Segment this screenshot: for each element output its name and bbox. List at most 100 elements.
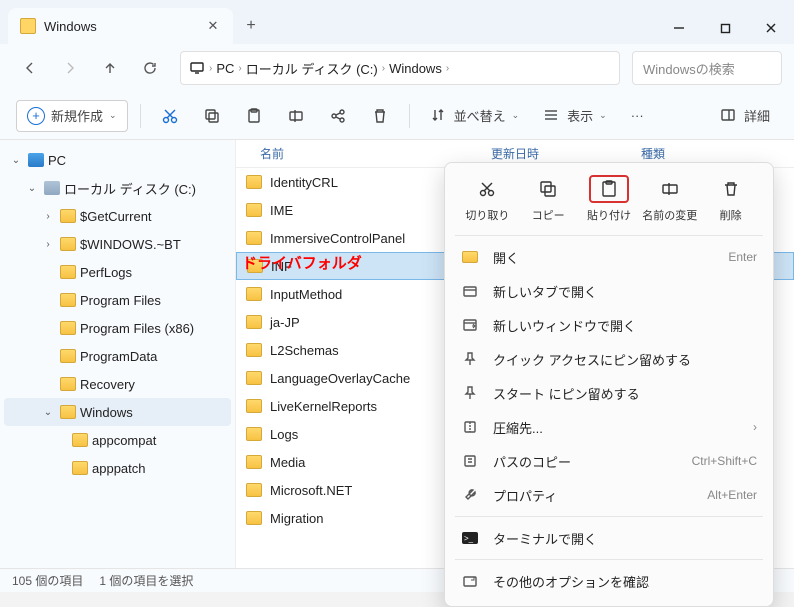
folder-icon	[246, 343, 262, 357]
folder-icon	[246, 175, 262, 189]
tree-item-pc[interactable]: ⌄PC	[0, 146, 235, 174]
back-button[interactable]	[12, 50, 48, 86]
cut-button[interactable]	[153, 100, 187, 132]
tab[interactable]: Windows ✕	[8, 8, 233, 44]
ctx-item[interactable]: >_ターミナルで開く	[445, 521, 773, 555]
copy-icon	[528, 175, 568, 203]
tree-item[interactable]: Program Files (x86)	[0, 314, 235, 342]
copy-button[interactable]	[195, 100, 229, 132]
titlebar: Windows ✕ +	[0, 0, 794, 44]
folder-icon	[246, 455, 262, 469]
status-selected: 1 個の項目を選択	[99, 572, 193, 589]
maximize-button[interactable]	[702, 12, 748, 44]
breadcrumb-item[interactable]: PC	[216, 61, 234, 76]
addressbar: › PC › ローカル ディスク (C:) › Windows › Window…	[0, 44, 794, 92]
cut-icon	[467, 175, 507, 203]
refresh-button[interactable]	[132, 50, 168, 86]
tree-item[interactable]: ⌄Windows	[4, 398, 231, 426]
breadcrumb-item[interactable]: ローカル ディスク (C:)	[246, 59, 378, 78]
ctx-delete-button[interactable]: 削除	[703, 175, 759, 223]
view-button[interactable]: 表示⌄	[535, 100, 615, 132]
folder-icon	[60, 377, 76, 391]
ctx-item[interactable]: スタート にピン留めする	[445, 376, 773, 410]
folder-icon	[246, 511, 262, 525]
ctx-item[interactable]: 新しいタブで開く	[445, 274, 773, 308]
folder-icon	[246, 399, 262, 413]
window-icon	[461, 316, 479, 334]
toolbar: + 新規作成 ⌄ 並べ替え⌄ 表示⌄ ··· 詳細	[0, 92, 794, 140]
folder-icon	[60, 237, 76, 251]
tree-item[interactable]: ProgramData	[0, 342, 235, 370]
folder-icon	[60, 265, 76, 279]
col-date[interactable]: 更新日時	[491, 145, 641, 162]
col-name[interactable]: 名前	[236, 145, 491, 162]
paste-button[interactable]	[237, 100, 271, 132]
search-input[interactable]: Windowsの検索	[632, 51, 782, 85]
new-tab-button[interactable]: +	[233, 8, 269, 44]
more-button[interactable]: ···	[623, 100, 652, 132]
folder-icon	[246, 203, 262, 217]
plus-circle-icon: +	[27, 107, 45, 125]
pin-icon	[461, 384, 479, 402]
context-menu[interactable]: 切り取りコピー貼り付け名前の変更削除 開くEnter新しいタブで開く新しいウィン…	[444, 162, 774, 607]
sort-button[interactable]: 並べ替え⌄	[422, 100, 528, 132]
more-icon	[461, 572, 479, 590]
rename-icon	[650, 175, 690, 203]
tab-title: Windows	[44, 19, 97, 34]
ctx-item[interactable]: 新しいウィンドウで開く	[445, 308, 773, 342]
minimize-button[interactable]	[656, 12, 702, 44]
forward-button[interactable]	[52, 50, 88, 86]
folder-icon	[60, 321, 76, 335]
tree-item-disk[interactable]: ⌄ローカル ディスク (C:)	[0, 174, 235, 202]
close-icon[interactable]: ✕	[205, 18, 221, 34]
folder-icon	[72, 461, 88, 475]
ctx-cut-button[interactable]: 切り取り	[459, 175, 515, 223]
up-button[interactable]	[92, 50, 128, 86]
folder-icon	[60, 209, 76, 223]
share-button[interactable]	[321, 100, 355, 132]
details-pane-button[interactable]: 詳細	[712, 100, 778, 132]
folder-icon	[461, 248, 479, 266]
close-button[interactable]	[748, 12, 794, 44]
new-button[interactable]: + 新規作成 ⌄	[16, 100, 128, 132]
folder-icon	[72, 433, 88, 447]
delete-button[interactable]	[363, 100, 397, 132]
wrench-icon	[461, 486, 479, 504]
ctx-item[interactable]: クイック アクセスにピン留めする	[445, 342, 773, 376]
ctx-item[interactable]: プロパティAlt+Enter	[445, 478, 773, 512]
rename-button[interactable]	[279, 100, 313, 132]
tree-sidebar[interactable]: ⌄PC ⌄ローカル ディスク (C:) ›$GetCurrent›$WINDOW…	[0, 140, 236, 568]
ctx-copy-button[interactable]: コピー	[520, 175, 576, 223]
col-type[interactable]: 種類	[641, 145, 794, 162]
tree-item[interactable]: PerfLogs	[0, 258, 235, 286]
tree-item[interactable]: ›$GetCurrent	[0, 202, 235, 230]
tab-icon	[461, 282, 479, 300]
ctx-paste-button[interactable]: 貼り付け	[581, 175, 637, 223]
ctx-item[interactable]: パスのコピーCtrl+Shift+C	[445, 444, 773, 478]
ctx-item[interactable]: 開くEnter	[445, 240, 773, 274]
folder-icon	[60, 405, 76, 419]
folder-icon	[246, 315, 262, 329]
monitor-icon	[189, 61, 205, 75]
tree-item[interactable]: ›$WINDOWS.~BT	[0, 230, 235, 258]
tree-item[interactable]: apppatch	[0, 454, 235, 482]
pc-icon	[28, 153, 44, 167]
breadcrumb-item[interactable]: Windows	[389, 61, 442, 76]
terminal-icon: >_	[461, 529, 479, 547]
zip-icon	[461, 418, 479, 436]
copypath-icon	[461, 452, 479, 470]
breadcrumb[interactable]: › PC › ローカル ディスク (C:) › Windows ›	[180, 51, 620, 85]
tree-item[interactable]: Program Files	[0, 286, 235, 314]
ctx-rename-button[interactable]: 名前の変更	[642, 175, 698, 223]
folder-icon	[60, 293, 76, 307]
ctx-item[interactable]: 圧縮先...›	[445, 410, 773, 444]
tree-item[interactable]: Recovery	[0, 370, 235, 398]
disk-icon	[44, 181, 60, 195]
ctx-item[interactable]: その他のオプションを確認	[445, 564, 773, 598]
folder-icon	[60, 349, 76, 363]
tree-item[interactable]: appcompat	[0, 426, 235, 454]
delete-icon	[711, 175, 751, 203]
folder-icon	[246, 231, 262, 245]
folder-icon	[246, 287, 262, 301]
folder-icon	[246, 371, 262, 385]
